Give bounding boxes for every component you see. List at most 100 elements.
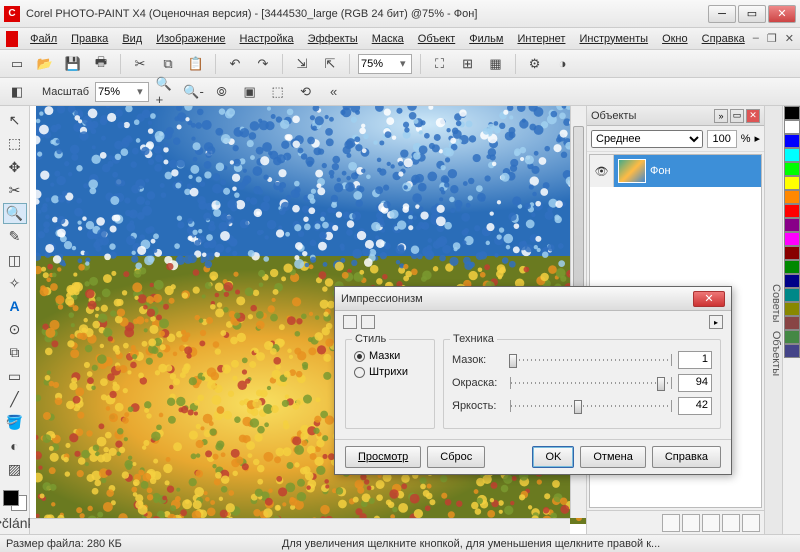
new-button[interactable]: ▭ (6, 53, 28, 75)
color-palette[interactable] (782, 106, 800, 534)
new-lens-button[interactable] (702, 514, 720, 532)
dialog-titlebar[interactable]: Импрессионизм ✕ (335, 287, 731, 311)
zoom-sel-button[interactable]: ⬚ (267, 81, 289, 103)
color-swatch[interactable] (784, 134, 800, 148)
zoom-all-button[interactable]: « (323, 81, 345, 103)
color-swatch[interactable] (784, 302, 800, 316)
menu-edit[interactable]: Правка (65, 31, 114, 47)
import-button[interactable]: ⇲ (291, 53, 313, 75)
redo-button[interactable]: ↷ (252, 53, 274, 75)
new-object-button[interactable] (682, 514, 700, 532)
help-button[interactable]: Справка (652, 446, 721, 468)
brightness-value[interactable]: 42 (678, 397, 712, 415)
eraser-tool[interactable]: ◫ (3, 249, 27, 270)
zoom-tool[interactable]: 🔍 (3, 203, 27, 224)
menu-mask[interactable]: Маска (366, 31, 410, 47)
scale-input[interactable] (98, 86, 134, 98)
color-swatch[interactable] (784, 148, 800, 162)
line-tool[interactable]: ╱ (3, 389, 27, 410)
opacity-input[interactable] (707, 130, 737, 148)
zoom-out-button[interactable]: 🔍- (183, 81, 205, 103)
paste-button[interactable]: 📋 (185, 53, 207, 75)
radio-dabs[interactable]: Мазки (354, 350, 426, 362)
delete-object-button[interactable] (742, 514, 760, 532)
color-swatch[interactable] (784, 246, 800, 260)
reset-colors[interactable]: �články (3, 513, 27, 534)
zoom-input[interactable] (361, 58, 397, 70)
coloration-slider[interactable] (510, 377, 672, 389)
close-button[interactable]: ✕ (768, 5, 796, 23)
docker-close-button[interactable]: ✕ (746, 109, 760, 123)
color-swatch[interactable] (784, 260, 800, 274)
color-swatch[interactable] (784, 162, 800, 176)
menu-window[interactable]: Окно (656, 31, 694, 47)
preview-split-button[interactable] (361, 315, 375, 329)
chevron-down-icon[interactable]: ▾ (397, 57, 409, 70)
chevron-down-icon[interactable]: ▾ (134, 85, 146, 98)
transparency-tool[interactable]: ▨ (3, 459, 27, 480)
preview-button[interactable]: Просмотр (345, 446, 421, 468)
combine-button[interactable] (722, 514, 740, 532)
blend-mode-select[interactable]: Среднее (591, 130, 703, 148)
copy-button[interactable]: ⧉ (157, 53, 179, 75)
docker-tabs[interactable]: Советы Объекты (764, 106, 782, 534)
dialog-close-button[interactable]: ✕ (693, 291, 725, 307)
menu-object[interactable]: Объект (412, 31, 461, 47)
corel-button[interactable]: ◑ (552, 53, 574, 75)
fill-tool[interactable]: 🪣 (3, 412, 27, 433)
cancel-button[interactable]: Отмена (580, 446, 645, 468)
menu-adjust[interactable]: Настройка (234, 31, 300, 47)
doc-restore-button[interactable]: ❐ (767, 32, 777, 45)
color-swatch[interactable] (784, 120, 800, 134)
color-swatch[interactable] (784, 316, 800, 330)
lock-transparency-button[interactable] (662, 514, 680, 532)
zoom-fit-button[interactable]: ▣ (239, 81, 261, 103)
color-swatch[interactable] (784, 218, 800, 232)
color-swatch[interactable] (784, 344, 800, 358)
color-swatch[interactable] (784, 190, 800, 204)
visibility-icon[interactable]: 👁 (590, 155, 614, 187)
horizontal-scrollbar[interactable] (30, 518, 570, 534)
color-swatch[interactable] (784, 106, 800, 120)
undo-button[interactable]: ↶ (224, 53, 246, 75)
clone-tool[interactable]: ⧉ (3, 342, 27, 363)
preview-single-button[interactable] (343, 315, 357, 329)
redeye-tool[interactable]: ⊙ (3, 319, 27, 340)
rulers-button[interactable]: ⊞ (457, 53, 479, 75)
interactive-fill-tool[interactable]: ◐ (3, 435, 27, 456)
export-button[interactable]: ⇱ (319, 53, 341, 75)
menu-web[interactable]: Интернет (511, 31, 571, 47)
color-swatch[interactable] (784, 176, 800, 190)
menu-view[interactable]: Вид (116, 31, 148, 47)
text-tool[interactable]: A (3, 296, 27, 317)
layer-row[interactable]: 👁 Фон (590, 155, 761, 187)
color-swatch[interactable] (784, 288, 800, 302)
color-swatch[interactable] (784, 232, 800, 246)
menu-help[interactable]: Справка (696, 31, 751, 47)
dab-value[interactable]: 1 (678, 351, 712, 369)
launcher-button[interactable]: ⚙ (524, 53, 546, 75)
radio-strokes[interactable]: Штрихи (354, 366, 426, 378)
color-swatch[interactable] (3, 490, 27, 511)
print-button[interactable]: 🖶 (90, 53, 112, 75)
crop-tool[interactable]: ✂ (3, 180, 27, 201)
doc-minimize-button[interactable]: – (753, 32, 759, 45)
dialog-flyout-button[interactable]: ▸ (709, 315, 723, 329)
zoom-prev-button[interactable]: ⟲ (295, 81, 317, 103)
mask-transform-tool[interactable]: ✥ (3, 156, 27, 177)
scale-combo[interactable]: ▾ (95, 82, 149, 102)
color-swatch[interactable] (784, 274, 800, 288)
coloration-value[interactable]: 94 (678, 374, 712, 392)
open-button[interactable]: 📂 (34, 53, 56, 75)
docker-options-button[interactable]: » (714, 109, 728, 123)
maximize-button[interactable]: ▭ (738, 5, 766, 23)
grid-button[interactable]: ▦ (485, 53, 507, 75)
dab-slider[interactable] (510, 354, 672, 366)
menu-movie[interactable]: Фильм (463, 31, 509, 47)
reset-button[interactable]: Сброс (427, 446, 485, 468)
opacity-flyout-icon[interactable]: ▸ (754, 132, 760, 145)
minimize-button[interactable]: ─ (708, 5, 736, 23)
zoom-combo[interactable]: ▾ (358, 54, 412, 74)
fullscreen-button[interactable]: ⛶ (429, 53, 451, 75)
brightness-slider[interactable] (510, 400, 672, 412)
